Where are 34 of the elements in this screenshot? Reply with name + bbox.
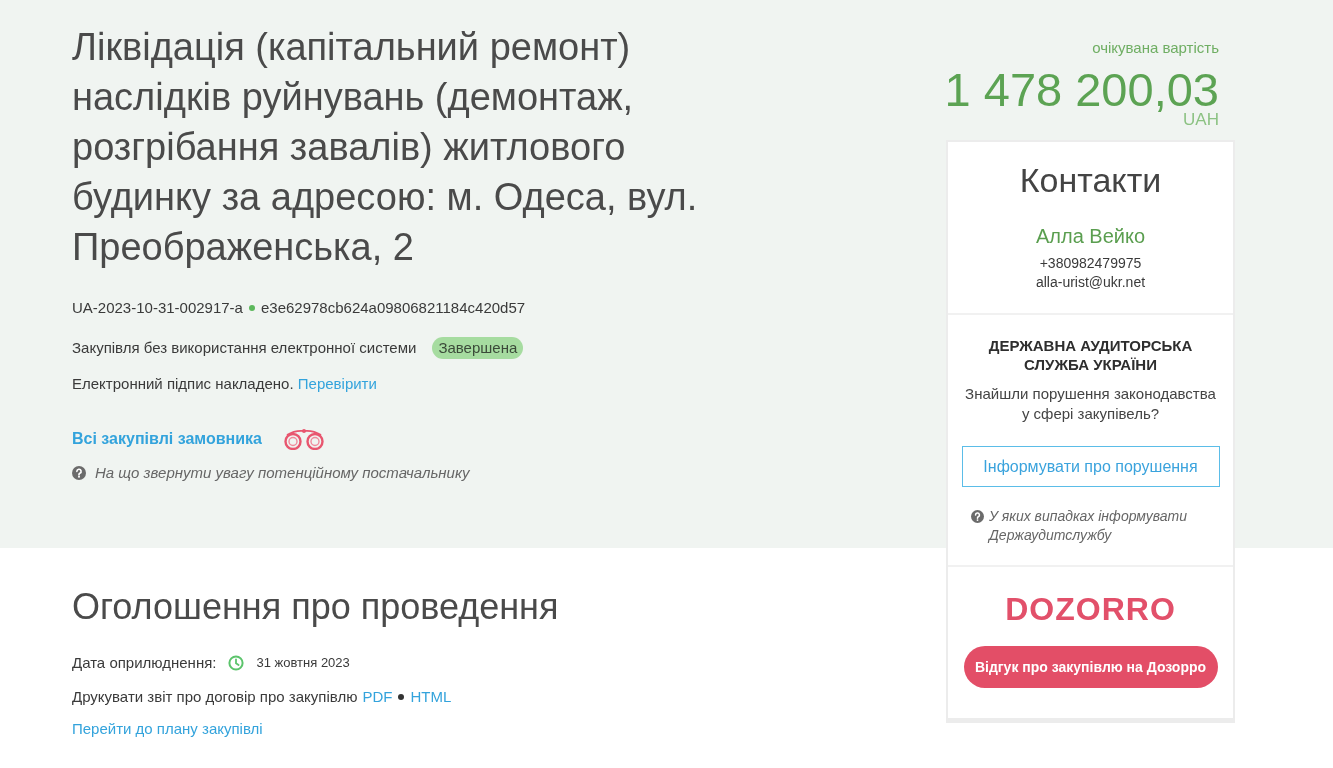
help-icon	[971, 510, 984, 523]
contact-phone: +380982479975	[1039, 254, 1142, 273]
expected-value-label: очікувана вартість	[1092, 38, 1219, 58]
report-violation-button[interactable]: Інформувати про порушення	[961, 446, 1220, 487]
separator-dot-icon	[248, 305, 255, 311]
audit-hint-link[interactable]: У яких випадках інформувати Держаудитслужбу	[989, 507, 1204, 545]
currency-label: UAH	[1183, 111, 1219, 129]
verify-signature-link[interactable]: Перевірити	[297, 375, 377, 392]
published-date: 31 жовтня 2023	[256, 654, 350, 672]
binoculars-icon	[281, 428, 326, 450]
supplier-hint-link[interactable]: На що звернути увагу потенційному постачальнику	[95, 462, 470, 484]
published-label: Дата оприлюднення:	[72, 653, 217, 673]
signature-note: Електронний підпис накладено. Перевірити	[72, 374, 377, 394]
dozorro-feedback-button[interactable]: Відгук про закупівлю на Дозорро	[963, 646, 1218, 688]
clock-icon	[228, 655, 245, 671]
audit-question: Знайшли порушення законодавства у сфері закупівель?	[964, 384, 1217, 424]
contact-name: Алла Вейко	[1035, 224, 1146, 249]
audit-service-title: ДЕРЖАВНА АУДИТОРСЬКА СЛУЖБА УКРАЇНИ	[987, 336, 1194, 374]
section-title: Оголошення про проведення	[72, 585, 559, 629]
procurement-plan-link[interactable]: Перейти до плану закупівлі	[72, 718, 263, 740]
help-icon	[72, 466, 86, 480]
print-report-label: Друкувати звіт про договір про закупівлю	[72, 687, 358, 707]
contact-email: alla-urist@ukr.net	[1035, 273, 1146, 292]
report-format-link[interactable]: HTML	[410, 686, 452, 708]
contacts-title: Контакти	[1019, 160, 1162, 201]
tender-title: Ліквідація (капітальний ремонт) наслідків руйнувань (демонтаж, розгрібання завалів) житлового будинку за адресою: м. Одеса, вул. Преображенська, 2	[72, 25, 699, 270]
procurement-type: Закупівля без використання електронної системи	[72, 338, 417, 358]
report-format-link[interactable]: PDF	[362, 686, 393, 708]
tender-hash: e3e62978cb624a09806821184c420d57	[260, 298, 526, 318]
dozorro-logo: DOZORRO	[1005, 590, 1176, 629]
status-badge: Завершена	[432, 337, 524, 359]
separator-dot-icon	[398, 694, 405, 700]
tender-id: UA-2023-10-31-002917-a	[72, 298, 243, 318]
customer-tenders-link[interactable]: Всі закупівлі замовника	[72, 428, 262, 450]
